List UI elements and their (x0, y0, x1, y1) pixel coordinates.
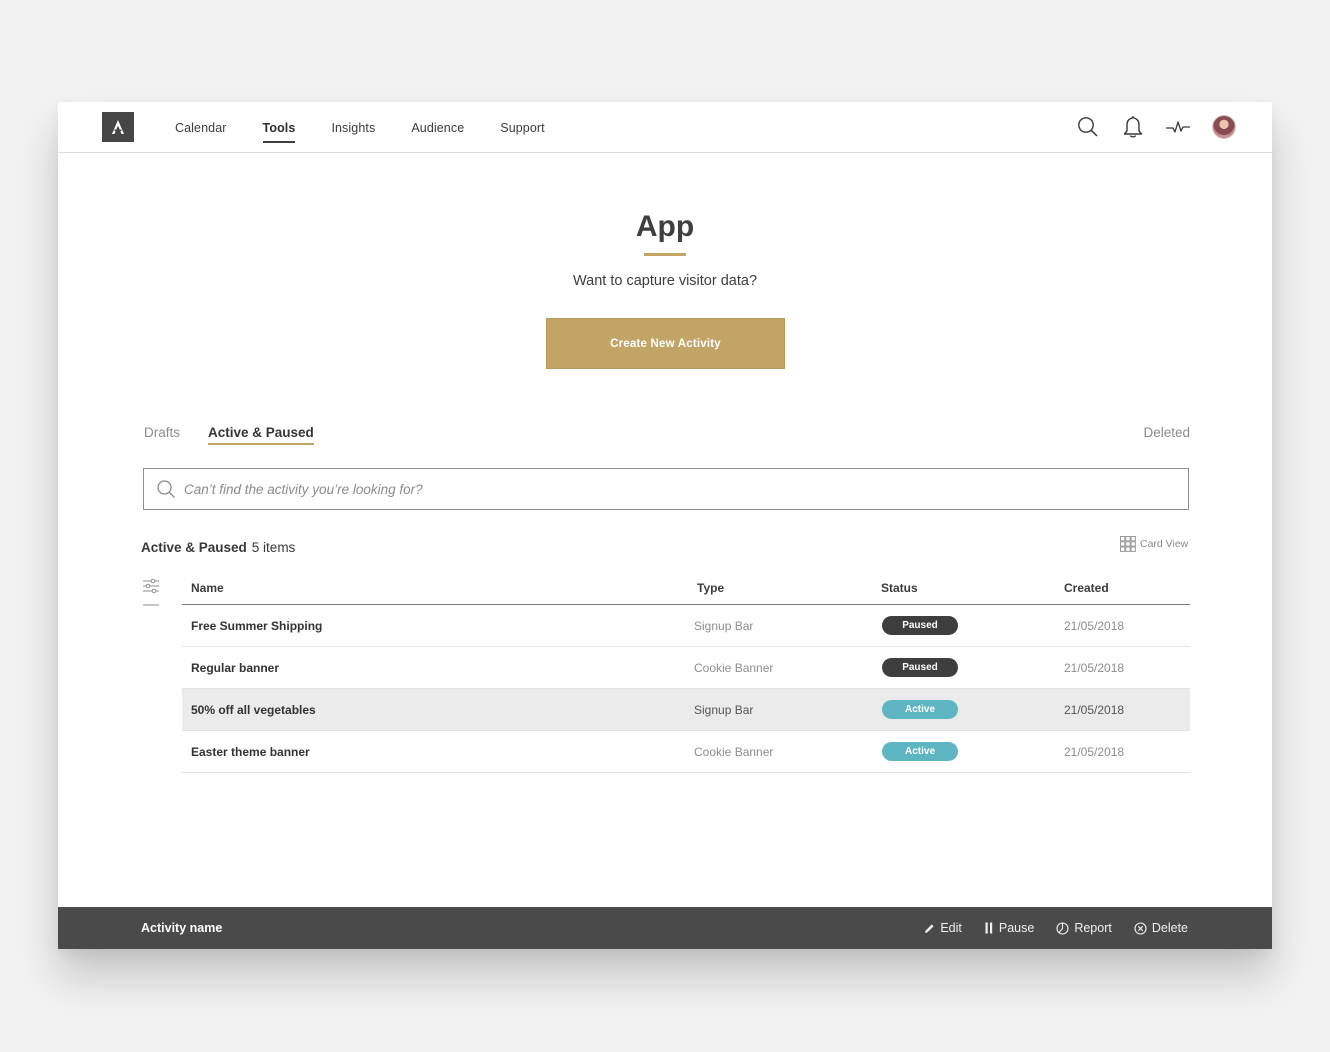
row-name: 50% off all vegetables (191, 703, 316, 717)
list-title: Active & Paused (141, 540, 247, 555)
table-header: Name Type Status Created (182, 568, 1190, 605)
app-window: Calendar Tools Insights Audience Support… (58, 102, 1272, 949)
bottom-actions: Edit Pause Report Delete (902, 907, 1188, 949)
pause-label: Pause (998, 921, 1035, 935)
title-underline (644, 253, 686, 256)
row-created: 21/05/2018 (1064, 745, 1125, 759)
row-created: 21/05/2018 (1064, 619, 1125, 633)
tab-deleted[interactable]: Deleted (1143, 425, 1190, 440)
activity-icon[interactable] (1165, 114, 1191, 140)
page-title: App (635, 210, 695, 243)
edit-label: Edit (940, 921, 962, 935)
search-icon (157, 480, 175, 498)
table-row[interactable]: Regular banner Cookie Banner Paused 21/0… (182, 647, 1190, 689)
list-heading: Active & Paused 5 items (141, 540, 295, 555)
status-badge: Active (882, 700, 958, 719)
delete-label: Delete (1151, 921, 1188, 935)
tab-drafts[interactable]: Drafts (144, 425, 180, 440)
card-view-toggle[interactable]: Card View (1120, 536, 1188, 552)
edit-button[interactable]: Edit (924, 921, 962, 935)
column-header-name[interactable]: Name (191, 581, 224, 595)
report-chart-icon (1056, 921, 1069, 935)
nav-link-audience[interactable]: Audience (411, 102, 464, 153)
delete-circle-x-icon (1134, 921, 1147, 935)
report-label: Report (1074, 921, 1112, 935)
row-name: Easter theme banner (191, 745, 310, 759)
top-nav: Calendar Tools Insights Audience Support (58, 102, 1272, 153)
nav-links: Calendar Tools Insights Audience Support (175, 102, 581, 153)
list-count: 5 items (251, 540, 296, 555)
tab-active-paused[interactable]: Active & Paused (208, 425, 314, 445)
column-header-type[interactable]: Type (697, 581, 724, 595)
table-row[interactable]: Free Summer Shipping Signup Bar Paused 2… (182, 605, 1190, 647)
search-box[interactable] (143, 468, 1189, 510)
table-row[interactable]: Easter theme banner Cookie Banner Active… (182, 731, 1190, 773)
status-badge: Paused (882, 658, 958, 677)
table-row[interactable]: 50% off all vegetables Signup Bar Active… (182, 689, 1190, 731)
filter-sliders-icon[interactable] (142, 578, 160, 606)
nav-link-insights[interactable]: Insights (331, 102, 375, 153)
nav-icons (1056, 114, 1236, 140)
row-type: Cookie Banner (694, 661, 774, 675)
row-type: Signup Bar (694, 619, 754, 633)
bell-icon[interactable] (1120, 114, 1146, 140)
pencil-icon (925, 923, 934, 933)
page-subtitle: Want to capture visitor data? (572, 273, 758, 289)
row-name: Free Summer Shipping (191, 619, 323, 633)
selected-activity-name: Activity name (141, 921, 223, 935)
search-icon[interactable] (1075, 114, 1101, 140)
row-created: 21/05/2018 (1064, 703, 1125, 717)
row-type: Cookie Banner (694, 745, 774, 759)
nav-link-support[interactable]: Support (500, 102, 544, 153)
nav-link-tools[interactable]: Tools (262, 102, 296, 153)
nav-link-calendar[interactable]: Calendar (175, 102, 227, 153)
column-header-status[interactable]: Status (881, 581, 918, 595)
logo[interactable] (102, 112, 134, 142)
bottom-action-bar: Activity name Edit Pause Report Delete (58, 907, 1272, 949)
status-badge: Active (882, 742, 958, 761)
column-header-created[interactable]: Created (1064, 581, 1109, 595)
avatar[interactable] (1212, 115, 1236, 139)
activities-table: Name Type Status Created Free Summer Shi… (182, 568, 1190, 773)
row-name: Regular banner (191, 661, 280, 675)
pause-button[interactable]: Pause (984, 921, 1034, 935)
row-created: 21/05/2018 (1064, 661, 1125, 675)
card-view-label: Card View (1140, 538, 1189, 550)
pause-icon (985, 922, 993, 934)
row-type: Signup Bar (694, 703, 754, 717)
grid-icon (1120, 536, 1136, 552)
logo-icon (112, 120, 124, 134)
delete-button[interactable]: Delete (1134, 921, 1188, 935)
create-new-activity-button[interactable]: Create New Activity (546, 318, 785, 369)
search-input[interactable] (184, 471, 1188, 507)
report-button[interactable]: Report (1056, 921, 1112, 935)
status-badge: Paused (882, 616, 958, 635)
